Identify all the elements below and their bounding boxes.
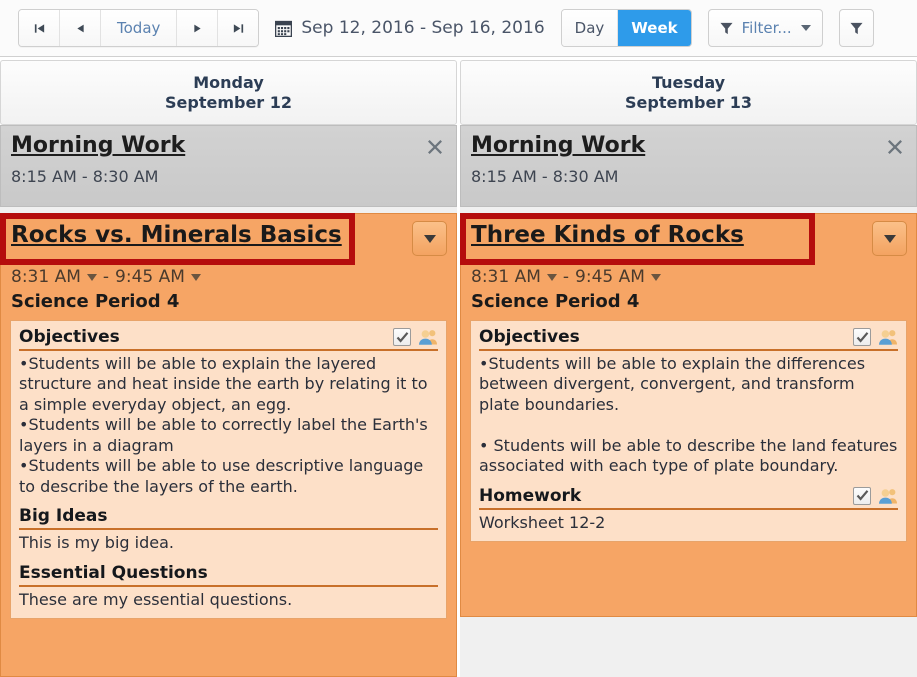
section-header-objectives: Objectives — [19, 327, 438, 351]
right-arrow-icon — [194, 24, 201, 32]
section-checkbox[interactable] — [393, 328, 411, 346]
calendar-app: Today Sep 12, 2016 - Sep 16, 2016 Day We… — [0, 0, 917, 677]
day-header-monday: Monday September 12 — [0, 60, 457, 125]
lesson-sections-panel: Objectives •Students will be able to exp… — [470, 320, 907, 543]
lesson-period-label: Science Period 4 — [471, 291, 640, 312]
close-icon[interactable] — [426, 138, 444, 156]
time-separator: - — [562, 267, 570, 287]
day-header-row: Monday September 12 Tuesday September 13 — [0, 57, 917, 125]
event-lesson-card[interactable]: Three Kinds of Rocks 8:31 AM - 9:45 AM S… — [460, 213, 917, 617]
day-column-tuesday: Morning Work 8:15 AM - 8:30 AM Three Kin… — [460, 125, 917, 677]
section-icons — [853, 486, 898, 505]
today-button[interactable]: Today — [101, 10, 178, 46]
lesson-time-row: 8:31 AM - 9:45 AM — [461, 260, 916, 287]
left-arrow-icon — [76, 24, 84, 32]
event-morning-work[interactable]: Morning Work 8:15 AM - 8:30 AM — [460, 125, 917, 207]
section-body: •Students will be able to explain the di… — [479, 354, 898, 476]
section-body: This is my big idea. — [19, 533, 174, 553]
filter-icon-button[interactable] — [838, 9, 874, 47]
checkmark-icon — [396, 331, 408, 343]
close-icon[interactable] — [886, 138, 904, 156]
chevron-down-icon — [423, 234, 436, 243]
day-column-monday: Morning Work 8:15 AM - 8:30 AM Rocks vs.… — [0, 125, 457, 677]
section-body: These are my essential questions. — [19, 589, 293, 609]
event-title[interactable]: Morning Work — [471, 133, 645, 158]
section-body: •Students will be able to explain the la… — [19, 354, 428, 496]
users-icon[interactable] — [418, 329, 438, 345]
lesson-title[interactable]: Three Kinds of Rocks — [471, 222, 744, 248]
section-label: Big Ideas — [19, 506, 108, 527]
event-time: 8:15 AM - 8:30 AM — [471, 167, 619, 187]
date-range-label: Sep 12, 2016 - Sep 16, 2016 — [301, 18, 545, 38]
filter-button[interactable]: Filter... — [707, 9, 823, 47]
day-columns: Morning Work 8:15 AM - 8:30 AM Rocks vs.… — [0, 125, 917, 677]
section-label: Homework — [479, 485, 582, 506]
section-header-homework: Homework — [479, 486, 898, 510]
section-checkbox[interactable] — [853, 486, 871, 505]
nav-button-group: Today — [18, 9, 260, 47]
checkmark-icon — [856, 490, 868, 501]
lesson-start-time[interactable]: 8:31 AM — [471, 267, 541, 287]
section-label: Essential Questions — [19, 562, 208, 583]
lesson-options-dropdown-button[interactable] — [872, 221, 907, 256]
section-header-essential-questions: Essential Questions — [19, 563, 438, 587]
calendar-icon — [275, 20, 293, 37]
section-header-objectives: Objectives — [479, 327, 898, 351]
lesson-header: Rocks vs. Minerals Basics — [1, 214, 456, 260]
lesson-sections-panel: Objectives •Students will be able to exp… — [10, 320, 447, 620]
funnel-icon — [850, 22, 863, 34]
chevron-down-icon[interactable] — [190, 273, 201, 281]
section-checkbox[interactable] — [853, 328, 871, 346]
chevron-down-icon[interactable] — [546, 273, 557, 281]
day-date-label: September 12 — [164, 92, 293, 112]
filter-button-label: Filter... — [741, 19, 792, 37]
section-body: Worksheet 12-2 — [479, 512, 606, 532]
section-header-big-ideas: Big Ideas — [19, 506, 438, 531]
day-date-label: September 13 — [624, 92, 753, 112]
lesson-title[interactable]: Rocks vs. Minerals Basics — [11, 222, 342, 248]
chevron-down-icon — [883, 234, 896, 243]
event-time: 8:15 AM - 8:30 AM — [11, 167, 159, 187]
previous-week-button[interactable] — [60, 10, 101, 46]
last-week-button[interactable] — [218, 10, 259, 46]
lesson-period-label: Science Period 4 — [11, 291, 180, 312]
section-icons — [853, 328, 898, 346]
lesson-time-row: 8:31 AM - 9:45 AM — [1, 260, 456, 287]
event-title[interactable]: Morning Work — [11, 133, 185, 158]
chevron-down-icon — [800, 25, 811, 31]
checkmark-icon — [856, 331, 868, 343]
chevron-down-icon[interactable] — [650, 273, 661, 281]
lesson-options-dropdown-button[interactable] — [412, 221, 447, 256]
chevron-down-icon[interactable] — [86, 273, 97, 281]
view-toggle-group: Day Week — [560, 9, 692, 47]
event-morning-work[interactable]: Morning Work 8:15 AM - 8:30 AM — [0, 125, 457, 207]
funnel-icon — [720, 22, 733, 34]
next-week-button[interactable] — [177, 10, 219, 46]
users-icon[interactable] — [878, 329, 898, 345]
users-icon[interactable] — [878, 488, 898, 504]
lesson-header: Three Kinds of Rocks — [461, 214, 916, 260]
toolbar: Today Sep 12, 2016 - Sep 16, 2016 Day We… — [0, 0, 917, 57]
lesson-start-time[interactable]: 8:31 AM — [11, 267, 81, 287]
date-range: Sep 12, 2016 - Sep 16, 2016 — [275, 18, 545, 38]
day-of-week-label: Tuesday — [651, 72, 726, 92]
last-arrow-icon — [233, 23, 244, 33]
first-arrow-icon — [34, 23, 44, 33]
lesson-end-time[interactable]: 9:45 AM — [115, 267, 185, 287]
lesson-end-time[interactable]: 9:45 AM — [575, 267, 645, 287]
section-label: Objectives — [19, 327, 120, 347]
time-separator: - — [102, 267, 110, 287]
view-toggle-week[interactable]: Week — [618, 10, 691, 46]
section-icons — [393, 328, 438, 346]
first-week-button[interactable] — [19, 10, 60, 46]
day-of-week-label: Monday — [193, 72, 264, 92]
section-label: Objectives — [479, 327, 580, 347]
event-lesson-card[interactable]: Rocks vs. Minerals Basics 8:31 AM - 9:45… — [0, 213, 457, 677]
day-header-tuesday: Tuesday September 13 — [460, 60, 917, 125]
view-toggle-day[interactable]: Day — [561, 10, 619, 46]
